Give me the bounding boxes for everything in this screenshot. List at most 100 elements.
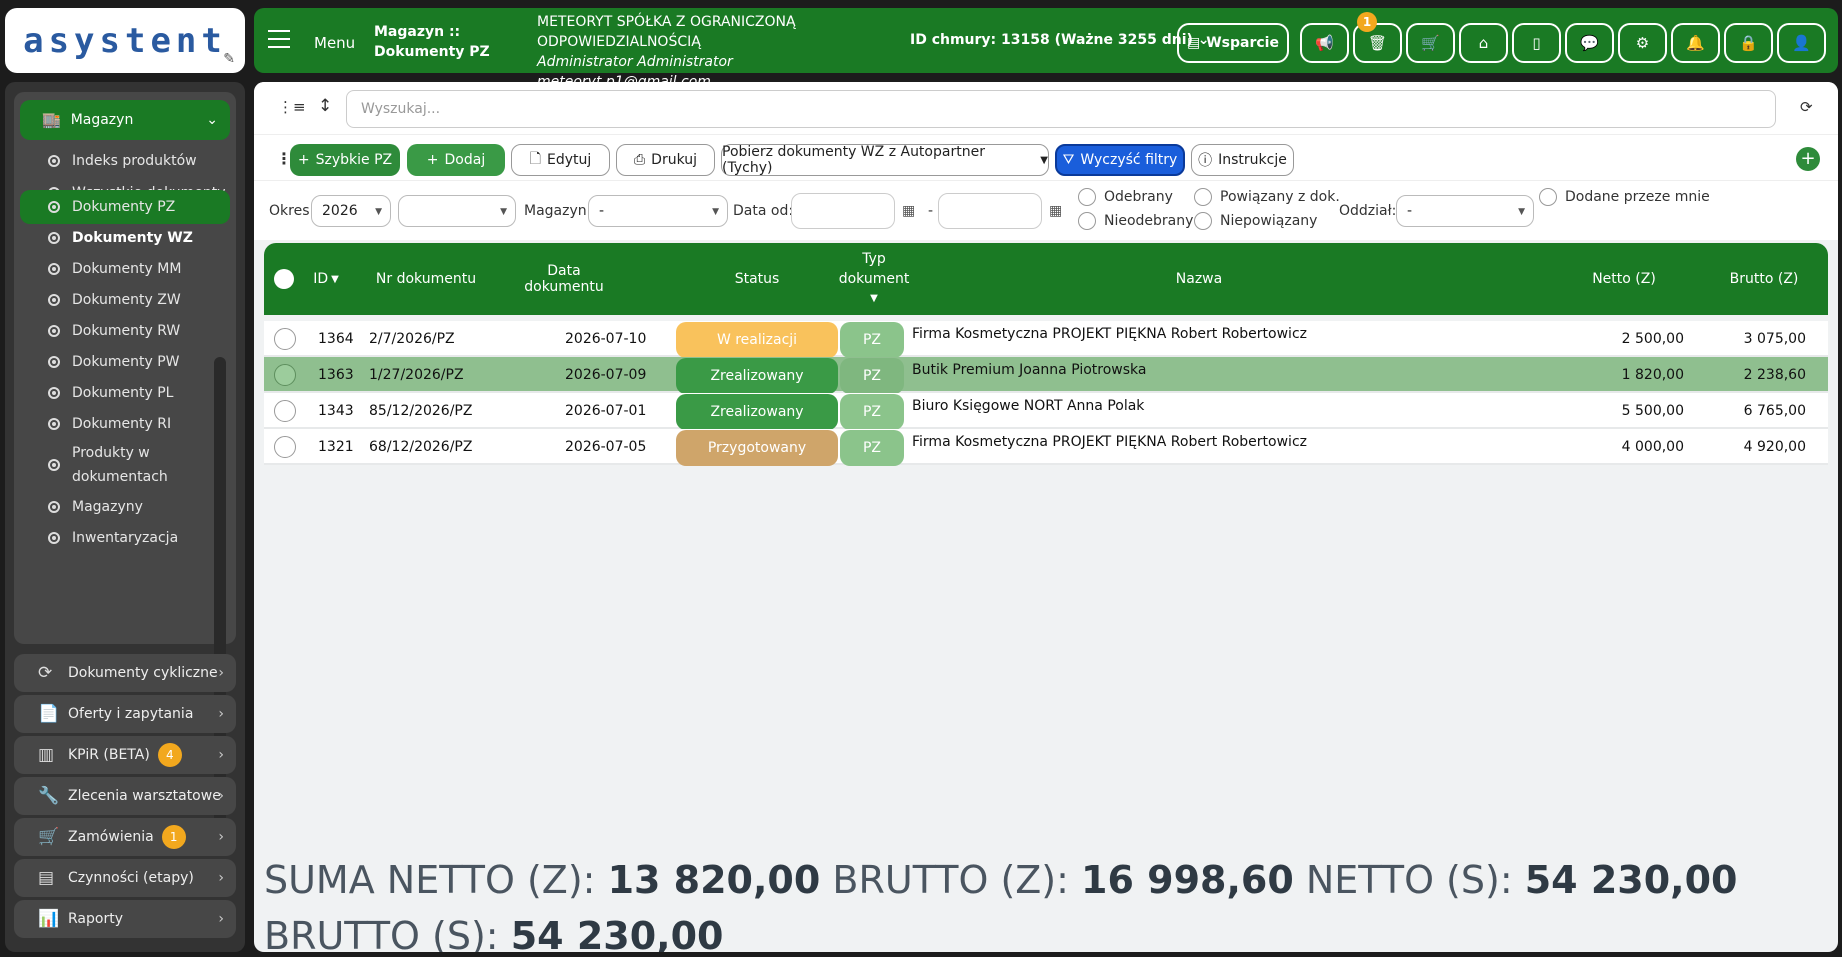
add-button[interactable]: + Dodaj — [407, 144, 505, 176]
messages-button[interactable]: 💬 — [1565, 23, 1614, 63]
cell-netto: 1 820,00 — [1621, 367, 1684, 383]
table-row[interactable]: 1321 68/12/2026/PZ 2026-07-05 Przygotowa… — [264, 429, 1828, 466]
table-row[interactable]: 1363 1/27/2026/PZ 2026-07-09 Zrealizowan… — [264, 357, 1828, 394]
home-button[interactable]: ⌂ — [1459, 23, 1508, 63]
sidebar-cat-zlecenia[interactable]: 🔧 Zlecenia warsztatowe › — [14, 777, 236, 815]
cell-id: 1321 — [318, 439, 354, 455]
radio-nieodebrany[interactable]: Nieodebrany — [1078, 212, 1193, 230]
add-round-icon[interactable]: + — [1796, 147, 1820, 171]
col-id[interactable]: ID ▼ — [310, 243, 342, 315]
chevron-down-icon: ▼ — [870, 293, 878, 304]
col-name[interactable]: Nazwa — [914, 243, 1484, 315]
row-checkbox[interactable] — [274, 436, 296, 458]
edit-button[interactable]: 🗋 Edytuj — [511, 144, 610, 176]
period-select[interactable]: 2026 ▼ — [311, 195, 391, 227]
bullet-icon — [48, 459, 60, 471]
col-netto[interactable]: Netto (Z) — [1584, 243, 1664, 315]
sidebar-item-dokumenty-pw[interactable]: Dokumenty PW — [20, 345, 230, 379]
table-row[interactable]: 1343 85/12/2026/PZ 2026-07-01 Zrealizowa… — [264, 393, 1828, 430]
date-to-input[interactable] — [938, 193, 1042, 229]
sidebar-item-dokumenty-pz[interactable]: Dokumenty PZ — [20, 190, 230, 224]
date-separator: - — [928, 203, 934, 219]
col-nr-label: Nr dokumentu — [375, 271, 477, 287]
print-button[interactable]: ⎙ Drukuj — [616, 144, 715, 176]
refresh-icon[interactable]: ⟳ — [1800, 98, 1813, 116]
cell-id: 1343 — [318, 403, 354, 419]
table-row[interactable]: 1364 2/7/2026/PZ 2026-07-10 W realizacji… — [264, 321, 1828, 358]
sidebar-item-dokumenty-zw[interactable]: Dokumenty ZW — [20, 283, 230, 317]
radio-powiazany[interactable]: Powiązany z dok. — [1194, 188, 1340, 206]
tree-icon[interactable]: ⋮≡ — [278, 98, 306, 116]
sidebar-cat-dokumenty-cykliczne[interactable]: ⟳ Dokumenty cykliczne › — [14, 654, 236, 692]
cart-button[interactable]: 🛒 — [1406, 23, 1455, 63]
col-status[interactable]: Status — [676, 243, 838, 315]
row-checkbox[interactable] — [274, 400, 296, 422]
menu-label[interactable]: Menu — [314, 34, 355, 52]
sidebar-group-header[interactable]: 🏬 Magazyn ⌄ — [20, 100, 230, 140]
hamburger-icon[interactable] — [268, 30, 290, 48]
sidebar-cat-kpir[interactable]: ▥ KPiR (BETA) 4 › — [14, 736, 236, 774]
sidebar-cat-czynnosci[interactable]: ▤ Czynności (etapy) › — [14, 859, 236, 897]
sort-vertical-icon[interactable]: ↕ — [318, 96, 332, 116]
warehouse-select[interactable]: - ▼ — [588, 195, 728, 227]
sidebar-item-inwentaryzacja[interactable]: Inwentaryzacja — [20, 521, 230, 555]
col-brutto[interactable]: Brutto (Z) — [1724, 243, 1804, 315]
sidebar-item-indeks-produktow[interactable]: Indeks produktów — [20, 144, 230, 178]
bullet-icon — [48, 418, 60, 430]
bullet-icon — [48, 501, 60, 513]
radio-dodane-przeze-mnie[interactable]: Dodane przeze mnie — [1539, 188, 1710, 206]
sidebar-cat-label: Dokumenty cykliczne — [68, 665, 218, 681]
quick-pz-button[interactable]: + Szybkie PZ — [290, 144, 400, 176]
bullet-icon — [48, 155, 60, 167]
cloud-id-selector[interactable]: ID chmury: 13158 (Ważne 3255 dni) ⌄ — [910, 32, 1210, 48]
sidebar-item-magazyny[interactable]: Magazyny — [20, 490, 230, 524]
select-all-checkbox[interactable] — [274, 269, 294, 289]
row-checkbox[interactable] — [274, 328, 296, 350]
totals-summary: SUMA NETTO (Z): 13 820,00 BRUTTO (Z): 16… — [264, 852, 1824, 952]
col-type[interactable]: Typ dokument ▼ — [834, 243, 914, 315]
support-button[interactable]: ▤ Wsparcie — [1177, 23, 1289, 63]
sidebar-cat-zamowienia[interactable]: 🛒 Zamówienia 1 › — [14, 818, 236, 856]
total-brutto-s-value: 54 230,00 — [510, 914, 724, 952]
sidebar-cat-raporty[interactable]: 📊 Raporty › — [14, 900, 236, 938]
trash-icon: 🗑 — [1367, 34, 1388, 52]
sidebar-cat-oferty[interactable]: 📄 Oferty i zapytania › — [14, 695, 236, 733]
search-input[interactable] — [346, 90, 1776, 128]
sidebar-item-dokumenty-ri[interactable]: Dokumenty RI — [20, 407, 230, 441]
month-select[interactable]: ▼ — [398, 195, 516, 227]
app-logo[interactable]: asystent ✎ — [5, 8, 245, 73]
calendar-icon[interactable]: ▦ — [902, 203, 915, 219]
sidebar-item-produkty-w-dokumentach[interactable]: Produkty w dokumentach — [20, 438, 230, 492]
sidebar-item-dokumenty-mm[interactable]: Dokumenty MM — [20, 252, 230, 286]
instructions-button[interactable]: ⓘ Instrukcje — [1191, 144, 1294, 176]
user-button[interactable]: 👤 — [1777, 23, 1826, 63]
sidebar-item-dokumenty-rw[interactable]: Dokumenty RW — [20, 314, 230, 348]
sidebar-item-label: Dokumenty PW — [72, 354, 180, 370]
total-netto-z-value: 13 820,00 — [607, 858, 821, 902]
radio-niepowiazany[interactable]: Niepowiązany — [1194, 212, 1317, 230]
cell-brutto: 6 765,00 — [1743, 403, 1806, 419]
clear-filters-button[interactable]: ⛛ Wyczyść filtry — [1055, 144, 1185, 176]
cell-name: Firma Kosmetyczna PROJEKT PIĘKNA Robert … — [912, 326, 1307, 342]
mobile-button[interactable]: ▯ — [1512, 23, 1561, 63]
notifications-button[interactable]: 🔔 — [1671, 23, 1720, 63]
date-from-input[interactable] — [791, 193, 895, 229]
sidebar-item-dokumenty-wz[interactable]: Dokumenty WZ — [20, 221, 230, 255]
branch-select[interactable]: - ▼ — [1396, 195, 1534, 227]
module-line-2: Dokumenty PZ — [374, 44, 490, 60]
cell-id: 1364 — [318, 331, 354, 347]
announcement-button[interactable]: 📢 — [1300, 23, 1349, 63]
col-nr[interactable]: Nr dokumentu — [374, 243, 478, 315]
cell-brutto: 4 920,00 — [1743, 439, 1806, 455]
col-netto-label: Netto (Z) — [1592, 271, 1656, 287]
module-line-1: Magazyn :: — [374, 24, 461, 40]
sidebar-item-dokumenty-pl[interactable]: Dokumenty PL — [20, 376, 230, 410]
add-label: Dodaj — [444, 152, 486, 168]
fetch-wz-dropdown[interactable]: Pobierz dokumenty WZ z Autopartner (Tych… — [721, 144, 1049, 176]
settings-button[interactable]: ⚙ — [1618, 23, 1667, 63]
calendar-icon[interactable]: ▦ — [1049, 203, 1062, 219]
radio-odebrany[interactable]: Odebrany — [1078, 188, 1173, 206]
lock-button[interactable]: 🔒 — [1724, 23, 1773, 63]
col-date[interactable]: Data dokumentu — [506, 243, 622, 315]
row-checkbox[interactable] — [274, 364, 296, 386]
